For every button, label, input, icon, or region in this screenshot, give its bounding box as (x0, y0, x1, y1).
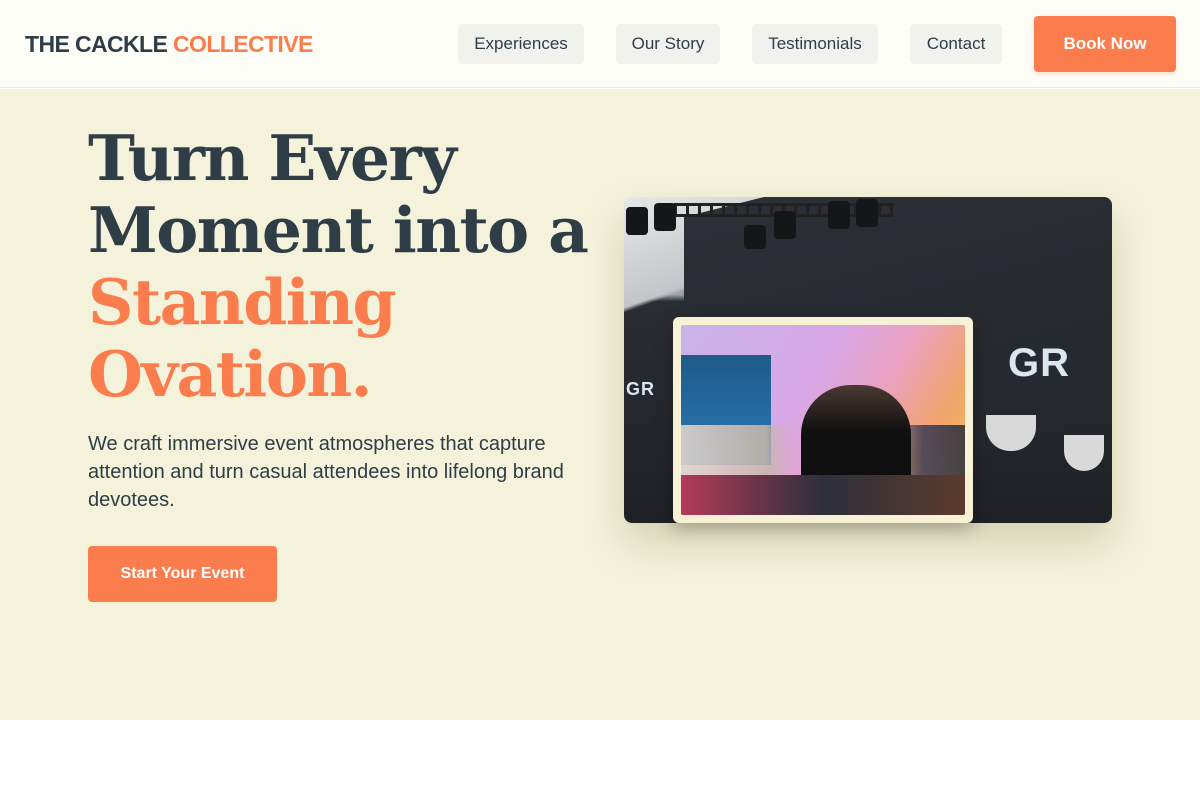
headline-line-1: Turn Every (88, 121, 457, 195)
selfie-photo (681, 325, 965, 515)
booth-sign-graphic: GR (1008, 341, 1070, 385)
booth-sign-graphic: GR (626, 379, 655, 399)
nav-testimonials[interactable]: Testimonials (752, 24, 878, 64)
start-event-button[interactable]: Start Your Event (88, 546, 277, 602)
next-section (0, 720, 1200, 800)
brand-logo[interactable]: THE CACKLE COLLECTIVE (25, 31, 313, 58)
nav-experiences[interactable]: Experiences (458, 24, 584, 64)
headline-accent-1: Standing (88, 265, 397, 339)
site-header: THE CACKLE COLLECTIVE Experiences Our St… (0, 0, 1200, 88)
logo-main-text: THE CACKLE (25, 31, 168, 57)
book-now-button[interactable]: Book Now (1034, 16, 1176, 72)
stage-light (828, 201, 850, 229)
stage-light (626, 207, 648, 235)
nav-contact[interactable]: Contact (910, 24, 1002, 64)
hero-subtitle: We craft immersive event atmospheres tha… (88, 433, 564, 511)
headline-accent-2: Ovation. (88, 337, 373, 411)
stage-light (856, 199, 878, 227)
hero-headline: Turn Every Moment into a Standing Ovatio… (88, 122, 608, 410)
stage-light (774, 211, 796, 239)
selfie-photo-frame (673, 317, 973, 523)
nav-our-story[interactable]: Our Story (616, 24, 720, 64)
logo-accent-text: COLLECTIVE (173, 31, 313, 57)
stage-light (654, 203, 676, 231)
stage-light (744, 225, 766, 249)
floor-graphic (681, 475, 965, 515)
headline-line-2: Moment into a (88, 193, 589, 267)
